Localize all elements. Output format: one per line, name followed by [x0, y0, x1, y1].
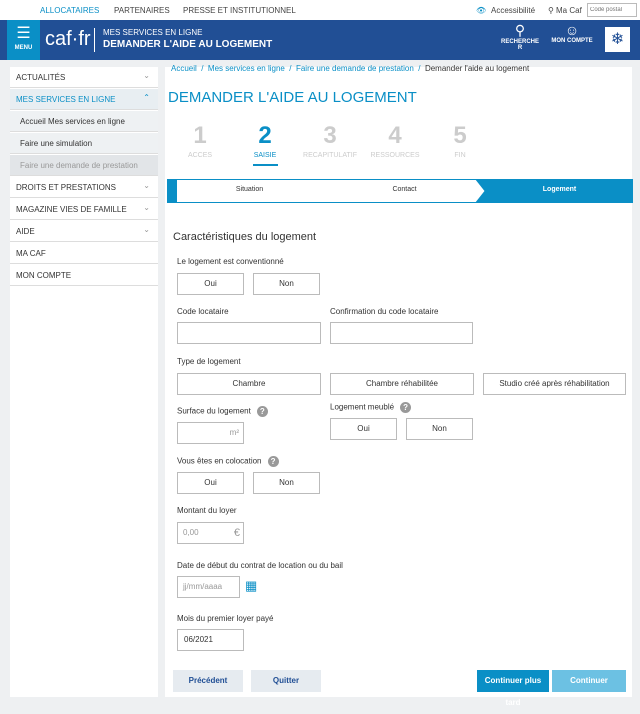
- caf-logo[interactable]: caf·fr: [45, 28, 91, 51]
- page-title: DEMANDER L'AIDE AU LOGEMENT: [168, 89, 417, 106]
- label-confirm-code: Confirmation du code locataire: [330, 307, 439, 316]
- postal-code-input[interactable]: [587, 3, 637, 17]
- sidebar-item-accueil-services[interactable]: Accueil Mes services en ligne: [10, 111, 158, 132]
- label-mois: Mois du premier loyer payé: [177, 614, 274, 623]
- code-locataire-input[interactable]: [177, 322, 321, 344]
- sidebar-item-simulation[interactable]: Faire une simulation: [10, 133, 158, 154]
- continue-button[interactable]: Continuer: [552, 670, 626, 692]
- main-content: Accueil / Mes services en ligne / Faire …: [165, 64, 633, 707]
- eye-icon: 👁: [476, 6, 487, 15]
- header-subtitle: MES SERVICES EN LIGNE: [103, 28, 203, 37]
- header: caf·fr MES SERVICES EN LIGNE DEMANDER L'…: [0, 20, 640, 60]
- sidebar-item-demande[interactable]: Faire une demande de prestation: [10, 155, 158, 176]
- help-icon[interactable]: ?: [400, 402, 412, 413]
- surface-input[interactable]: m²: [177, 422, 244, 444]
- breadcrumb: Accueil / Mes services en ligne / Faire …: [171, 64, 530, 73]
- meuble-non[interactable]: Non: [406, 418, 473, 440]
- ma-caf-link[interactable]: Ma Caf: [556, 6, 582, 15]
- top-nav: ALLOCATAIRES PARTENAIRES PRESSE ET INSTI…: [0, 0, 640, 20]
- colocation-oui[interactable]: Oui: [177, 472, 244, 494]
- step-3: 3 RECAPITULATIF: [303, 122, 357, 159]
- nav-partenaires[interactable]: PARTENAIRES: [114, 6, 170, 15]
- user-icon: ☺: [564, 22, 580, 38]
- sidebar-item-aide[interactable]: AIDE ⌄: [10, 221, 158, 242]
- sidebar-item-droits[interactable]: DROITS ET PRESTATIONS ⌄: [10, 177, 158, 198]
- account-button[interactable]: ☺ MON COMPTE: [550, 22, 594, 44]
- label-conventionne: Le logement est conventionné: [177, 257, 284, 266]
- label-meuble: Logement meublé?: [330, 402, 412, 413]
- sidebar-item-actualites[interactable]: ACTUALITÉS ⌄: [10, 67, 158, 88]
- republique-logo: ❄: [605, 27, 630, 52]
- label-code-locataire: Code locataire: [177, 307, 229, 316]
- euro-icon: €: [233, 527, 240, 539]
- label-date-debut: Date de début du contrat de location ou …: [177, 561, 343, 570]
- type-studio[interactable]: Studio créé après réhabilitation: [483, 373, 626, 395]
- step-4: 4 RESSOURCES: [370, 122, 420, 159]
- sidebar: ACTUALITÉS ⌄ MES SERVICES EN LIGNE ⌃ Accue…: [10, 67, 158, 697]
- continue-later-button[interactable]: Continuer plus tard: [477, 670, 549, 707]
- help-icon[interactable]: ?: [267, 456, 279, 467]
- quit-button[interactable]: Quitter: [251, 670, 321, 692]
- label-loyer: Montant du loyer: [177, 506, 237, 515]
- conventionne-oui[interactable]: Oui: [177, 273, 244, 295]
- substep-situation: Situation: [235, 186, 264, 193]
- type-chambre[interactable]: Chambre: [177, 373, 321, 395]
- section-title: Caractéristiques du logement: [173, 231, 317, 243]
- step-2: 2 SAISIE: [235, 122, 295, 166]
- step-5: 5 FIN: [453, 122, 467, 159]
- help-icon[interactable]: ?: [256, 406, 268, 417]
- confirm-code-input[interactable]: [330, 322, 473, 344]
- date-debut-input[interactable]: jj/mm/aaaa: [177, 576, 240, 598]
- colocation-non[interactable]: Non: [253, 472, 320, 494]
- menu-button[interactable]: ☰ MENU: [7, 20, 40, 60]
- label-surface: Surface du logement?: [177, 406, 268, 417]
- meuble-oui[interactable]: Oui: [330, 418, 397, 440]
- mois-input[interactable]: 06/2021: [177, 629, 244, 651]
- type-chambre-rehab[interactable]: Chambre réhabilitée: [330, 373, 474, 395]
- hamburger-icon: ☰: [16, 25, 31, 42]
- search-button[interactable]: ⚲ RECHERCHE R: [500, 22, 540, 51]
- previous-button[interactable]: Précédent: [173, 670, 243, 692]
- sidebar-item-mon-compte[interactable]: MON COMPTE: [10, 265, 158, 286]
- substep-contact: Contact: [392, 186, 417, 193]
- nav-allocataires[interactable]: ALLOCATAIRES: [40, 6, 99, 15]
- location-icon: ⚲: [548, 6, 554, 15]
- step-1: 1 ACCES: [187, 122, 213, 159]
- nav-presse[interactable]: PRESSE ET INSTITUTIONNEL: [183, 6, 296, 15]
- substep-bar: Situation Contact Logement: [167, 179, 633, 203]
- search-icon: ⚲: [514, 22, 526, 38]
- sidebar-item-magazine[interactable]: MAGAZINE VIES DE FAMILLE ⌄: [10, 199, 158, 220]
- label-colocation: Vous êtes en colocation?: [177, 456, 279, 467]
- sidebar-item-services[interactable]: MES SERVICES EN LIGNE ⌃: [10, 89, 158, 110]
- loyer-input[interactable]: 0,00 €: [177, 522, 244, 544]
- calendar-icon[interactable]: ▦: [245, 578, 257, 594]
- accessibility-link[interactable]: Accessibilité: [491, 6, 535, 15]
- label-type: Type de logement: [177, 357, 241, 366]
- conventionne-non[interactable]: Non: [253, 273, 320, 295]
- sidebar-item-ma-caf[interactable]: MA CAF: [10, 243, 158, 264]
- header-title: DEMANDER L'AIDE AU LOGEMENT: [103, 39, 273, 50]
